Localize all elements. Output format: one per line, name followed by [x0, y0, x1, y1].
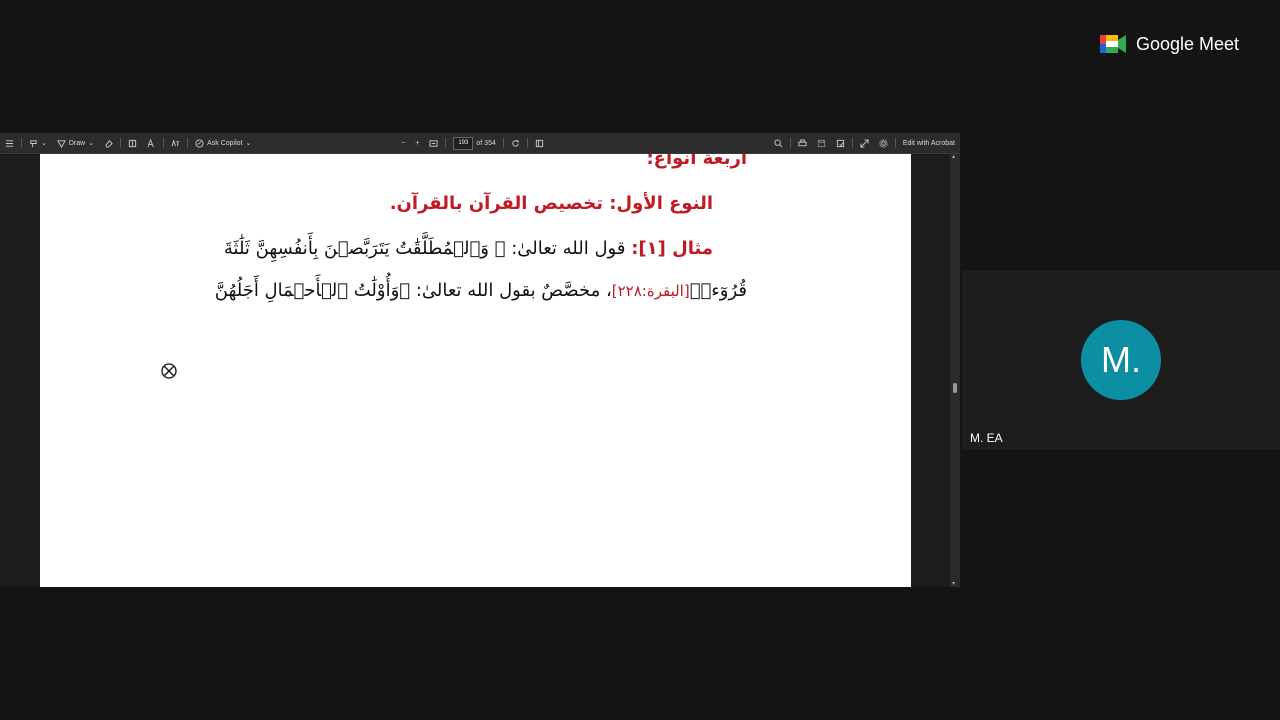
participant-tile[interactable]: M. M. EA	[962, 270, 1280, 450]
divider	[789, 138, 791, 148]
highlight-tool-button[interactable]: ⌄	[24, 133, 52, 153]
line-top: أربعة أنواع:	[646, 154, 747, 169]
print-icon	[798, 138, 807, 146]
google-meet-logo: Google Meet	[1100, 33, 1239, 55]
fullscreen-button[interactable]	[855, 133, 874, 153]
scrollbar-thumb[interactable]	[953, 383, 957, 393]
menu-icon[interactable]	[0, 133, 19, 153]
translate-icon	[171, 138, 180, 146]
meet-brand-text: Google Meet	[1136, 33, 1240, 54]
rotate-icon	[512, 139, 519, 147]
section-heading: النوع الأول: تخصيص القرآن بالقرآن.	[389, 193, 713, 214]
draw-label: Draw	[68, 139, 86, 147]
eraser-icon	[105, 139, 113, 148]
ask-copilot-button[interactable]: Ask Copilot ⌄	[190, 133, 256, 153]
laser-pointer-icon	[161, 363, 177, 379]
example-line-1: مثال [١]: قول الله تعالىٰ: ﴿ وَٱلۡمُطَلَ…	[224, 238, 713, 259]
divider	[163, 138, 165, 148]
draw-icon	[56, 139, 66, 148]
expand-icon	[860, 138, 869, 148]
search-icon	[774, 138, 783, 147]
edit-with-acrobat-button[interactable]: Edit with Acrobat	[898, 133, 960, 153]
copilot-icon	[195, 138, 204, 148]
save-button[interactable]	[812, 133, 831, 153]
fit-page-button[interactable]	[424, 133, 443, 153]
text-icon	[147, 138, 154, 147]
chevron-down-icon: ⌄	[88, 140, 95, 147]
example-text: قول الله تعالىٰ: ﴿ وَٱلۡمُطَلَّقَٰتُ يَت…	[223, 238, 626, 259]
page-indicator: 193 of 354	[448, 133, 500, 153]
rotate-button[interactable]	[506, 133, 525, 153]
example-line-2: قُرُوٓءٖ﴾[البقرة:٢٢٨]، مخصَّصٌ بقول الله…	[215, 280, 747, 301]
chevron-down-icon: ⌄	[245, 140, 252, 147]
translate-button[interactable]	[166, 133, 185, 153]
divider	[120, 138, 122, 148]
search-button[interactable]	[769, 133, 788, 153]
read-aloud-button[interactable]	[142, 133, 161, 153]
scroll-down-icon[interactable]: ▾	[952, 580, 955, 587]
zoom-out-button[interactable]: −	[396, 133, 410, 153]
copilot-label: Ask Copilot	[207, 139, 243, 147]
view-button[interactable]	[123, 133, 142, 153]
divider	[502, 138, 504, 148]
save-as-button[interactable]	[831, 133, 850, 153]
zoom-in-button[interactable]: +	[410, 133, 424, 153]
verse-end: قُرُوٓءٖ﴾	[689, 280, 747, 301]
vertical-scrollbar[interactable]: ▴ ▾	[950, 153, 960, 587]
pdf-toolbar: ⌄ Draw ⌄ Ask Copilot ⌄ − + 193 of 354 Edit …	[0, 133, 960, 154]
page-view-icon	[128, 139, 137, 147]
save-as-icon	[836, 139, 844, 147]
print-button[interactable]	[793, 133, 812, 153]
page-number-input[interactable]: 193	[453, 136, 474, 150]
page-total: of 354	[476, 139, 496, 147]
meet-camera-icon	[1100, 35, 1126, 53]
two-page-button[interactable]	[530, 133, 549, 153]
chevron-down-icon: ⌄	[41, 140, 47, 147]
scroll-up-icon[interactable]: ▴	[952, 153, 955, 160]
gear-icon	[879, 138, 888, 148]
settings-button[interactable]	[874, 133, 893, 153]
divider	[445, 138, 447, 148]
divider	[894, 138, 896, 148]
divider	[851, 138, 853, 148]
save-icon	[817, 139, 825, 147]
quran-reference: [البقرة:٢٢٨]	[611, 282, 690, 300]
book-icon	[535, 139, 543, 147]
divider	[21, 138, 22, 148]
example-label: مثال [١]:	[631, 238, 713, 259]
second-line-text: ، مخصَّصٌ بقول الله تعالىٰ: ﴿وَأُوْلَٰتُ…	[214, 280, 612, 301]
avatar: M.	[1081, 320, 1161, 400]
divider	[526, 138, 528, 148]
participant-name: M. EA	[970, 431, 1003, 445]
fit-width-icon	[429, 139, 438, 147]
draw-button[interactable]: Draw ⌄	[52, 133, 99, 153]
eraser-button[interactable]	[99, 133, 118, 153]
divider	[187, 138, 189, 148]
